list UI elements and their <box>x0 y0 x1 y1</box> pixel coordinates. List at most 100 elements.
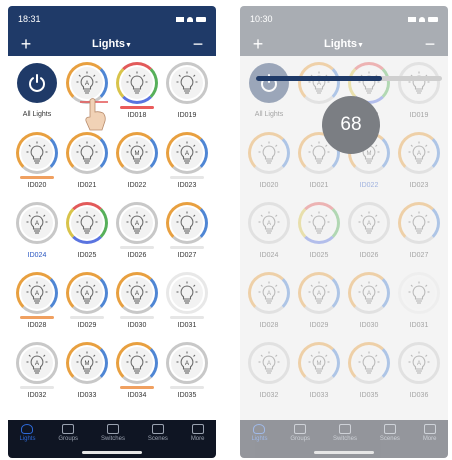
light-tile[interactable]: A ID023 <box>394 132 444 196</box>
switches-icon <box>106 424 119 434</box>
phone-screen-dimming: 10:30 + Lights▼ − All LightsAID018ID019I… <box>240 6 448 458</box>
lightbulb-icon: A <box>248 342 290 384</box>
light-tile[interactable]: A ID036 <box>394 342 444 406</box>
status-bar: 18:31 <box>8 6 216 32</box>
svg-text:M: M <box>135 151 140 157</box>
tab-label: Scenes <box>147 436 168 442</box>
light-label: ID035 <box>359 392 379 399</box>
remove-button[interactable]: − <box>420 35 440 53</box>
lightbulb-icon <box>398 272 440 314</box>
light-tile[interactable]: A ID035 <box>162 342 212 406</box>
lightbulb-icon: A <box>348 202 390 244</box>
lights-title-dropdown[interactable]: Lights▼ <box>92 38 132 50</box>
tab-more[interactable]: More <box>423 424 436 458</box>
tab-scenes[interactable]: Scenes <box>148 424 168 458</box>
light-tile[interactable]: ID034 <box>112 342 162 406</box>
light-tile[interactable]: A ID023 <box>162 132 212 196</box>
tab-groups[interactable]: Groups <box>290 424 310 458</box>
light-tile[interactable]: ID025 <box>294 202 344 266</box>
light-tile[interactable]: M ID033 <box>62 342 112 406</box>
light-tile[interactable]: A ID024 <box>244 202 294 266</box>
svg-text:A: A <box>185 361 189 367</box>
tab-label: Groups <box>58 436 79 442</box>
tab-groups[interactable]: Groups <box>58 424 78 458</box>
page-title: Lights <box>324 38 358 50</box>
svg-text:M: M <box>85 361 90 367</box>
all-lights-power-button[interactable]: All Lights <box>244 62 294 126</box>
light-tile[interactable]: ID027 <box>162 202 212 266</box>
svg-text:A: A <box>317 291 321 297</box>
tab-more[interactable]: More <box>191 424 204 458</box>
light-label: ID021 <box>309 182 329 189</box>
svg-text:A: A <box>367 221 371 227</box>
tab-label: Switches <box>100 436 125 442</box>
light-tile[interactable]: ID019 <box>394 62 444 126</box>
lightbulb-icon <box>166 272 208 314</box>
light-tile[interactable]: A ID029 <box>294 272 344 336</box>
light-label: ID020 <box>27 182 47 189</box>
tab-lights[interactable]: Lights <box>251 424 267 458</box>
lightbulb-icon: A <box>398 342 440 384</box>
all-lights-power-button[interactable]: All Lights <box>12 62 62 126</box>
lightbulb-icon: M <box>66 342 108 384</box>
light-tile[interactable]: ID027 <box>394 202 444 266</box>
add-button[interactable]: + <box>248 35 268 53</box>
light-label: ID030 <box>127 322 147 329</box>
light-label: All Lights <box>254 111 284 118</box>
light-tile[interactable]: A ID032 <box>244 342 294 406</box>
light-tile[interactable]: A ID030 <box>344 272 394 336</box>
power-icon <box>249 63 289 103</box>
lightbulb-icon: M <box>298 342 340 384</box>
light-tile[interactable]: M ID033 <box>294 342 344 406</box>
brightness-slider[interactable] <box>256 76 442 81</box>
brightness-indicator <box>170 176 204 179</box>
lightbulb-icon: A <box>248 202 290 244</box>
wifi-icon <box>419 16 425 22</box>
remove-button[interactable]: − <box>188 35 208 53</box>
brightness-indicator <box>120 386 154 389</box>
light-tile[interactable]: ID031 <box>394 272 444 336</box>
caret-down-icon: ▼ <box>125 42 132 49</box>
light-tile[interactable]: ID018 <box>112 62 162 126</box>
phone-screen-lights: 18:31 + Lights▼ − All Lights A ID018 ID019 I… <box>8 6 216 458</box>
light-tile[interactable]: A ID024 <box>12 202 62 266</box>
light-label: ID035 <box>177 392 197 399</box>
light-label: ID036 <box>409 392 429 399</box>
wifi-icon <box>187 16 193 22</box>
home-indicator <box>314 451 374 454</box>
tab-scenes[interactable]: Scenes <box>380 424 400 458</box>
light-label: ID021 <box>77 182 97 189</box>
light-tile[interactable]: A ID026 <box>344 202 394 266</box>
light-tile[interactable]: ID035 <box>344 342 394 406</box>
light-tile[interactable]: A ID028 <box>244 272 294 336</box>
add-button[interactable]: + <box>16 35 36 53</box>
tab-label: Lights <box>19 436 36 442</box>
brightness-indicator <box>120 316 154 319</box>
light-tile[interactable]: ID019 <box>162 62 212 126</box>
lightbulb-icon: A <box>66 272 108 314</box>
light-tile[interactable]: ID020 <box>244 132 294 196</box>
light-tile[interactable]: M ID022 <box>112 132 162 196</box>
battery-icon <box>428 16 438 22</box>
light-tile[interactable]: A ID032 <box>12 342 62 406</box>
lightbulb-icon: A <box>16 272 58 314</box>
status-bar: 10:30 <box>240 6 448 32</box>
tab-label: Groups <box>290 436 311 442</box>
status-icons <box>176 16 206 22</box>
lights-title-dropdown[interactable]: Lights▼ <box>324 38 364 50</box>
svg-text:A: A <box>85 291 89 297</box>
light-tile[interactable]: ID025 <box>62 202 112 266</box>
light-tile[interactable]: A ID030 <box>112 272 162 336</box>
light-tile[interactable]: ID021 <box>62 132 112 196</box>
lightbulb-icon <box>298 202 340 244</box>
svg-text:A: A <box>185 151 189 157</box>
more-icon <box>423 424 436 434</box>
tab-lights[interactable]: Lights <box>19 424 35 458</box>
light-tile[interactable]: ID020 <box>12 132 62 196</box>
light-tile[interactable]: A ID026 <box>112 202 162 266</box>
light-tile[interactable]: ID031 <box>162 272 212 336</box>
light-label: ID019 <box>177 112 197 119</box>
light-tile[interactable]: A ID028 <box>12 272 62 336</box>
lightbulb-icon <box>248 132 290 174</box>
light-tile[interactable]: A ID029 <box>62 272 112 336</box>
